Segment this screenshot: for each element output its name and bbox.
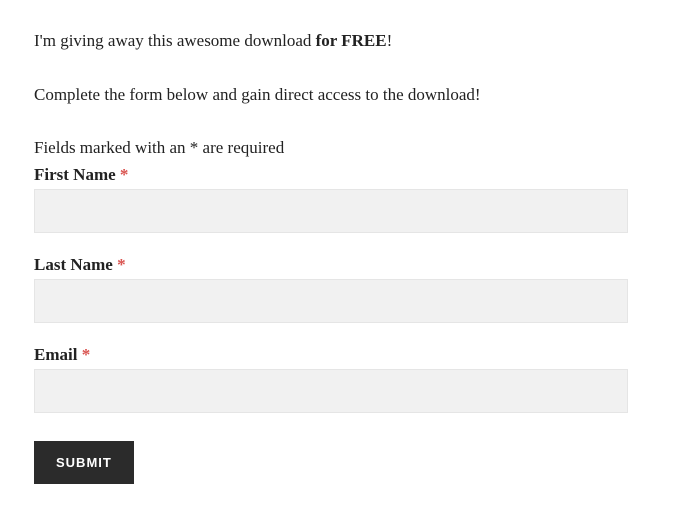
first-name-group: First Name * <box>34 165 646 233</box>
last-name-group: Last Name * <box>34 255 646 323</box>
required-star-icon: * <box>120 165 129 184</box>
intro-prefix: I'm giving away this awesome download <box>34 31 316 50</box>
last-name-label: Last Name * <box>34 255 646 275</box>
first-name-input[interactable] <box>34 189 628 233</box>
intro-bold: for FREE <box>316 31 387 50</box>
email-label-text: Email <box>34 345 82 364</box>
email-group: Email * <box>34 345 646 413</box>
email-label: Email * <box>34 345 646 365</box>
email-input[interactable] <box>34 369 628 413</box>
required-star-icon: * <box>117 255 126 274</box>
subtext: Complete the form below and gain direct … <box>34 82 646 108</box>
intro-suffix: ! <box>387 31 393 50</box>
submit-button[interactable]: SUBMIT <box>34 441 134 484</box>
intro-text: I'm giving away this awesome download fo… <box>34 28 646 54</box>
last-name-input[interactable] <box>34 279 628 323</box>
first-name-label-text: First Name <box>34 165 120 184</box>
last-name-label-text: Last Name <box>34 255 117 274</box>
required-note: Fields marked with an * are required <box>34 135 646 161</box>
required-star-icon: * <box>82 345 91 364</box>
first-name-label: First Name * <box>34 165 646 185</box>
